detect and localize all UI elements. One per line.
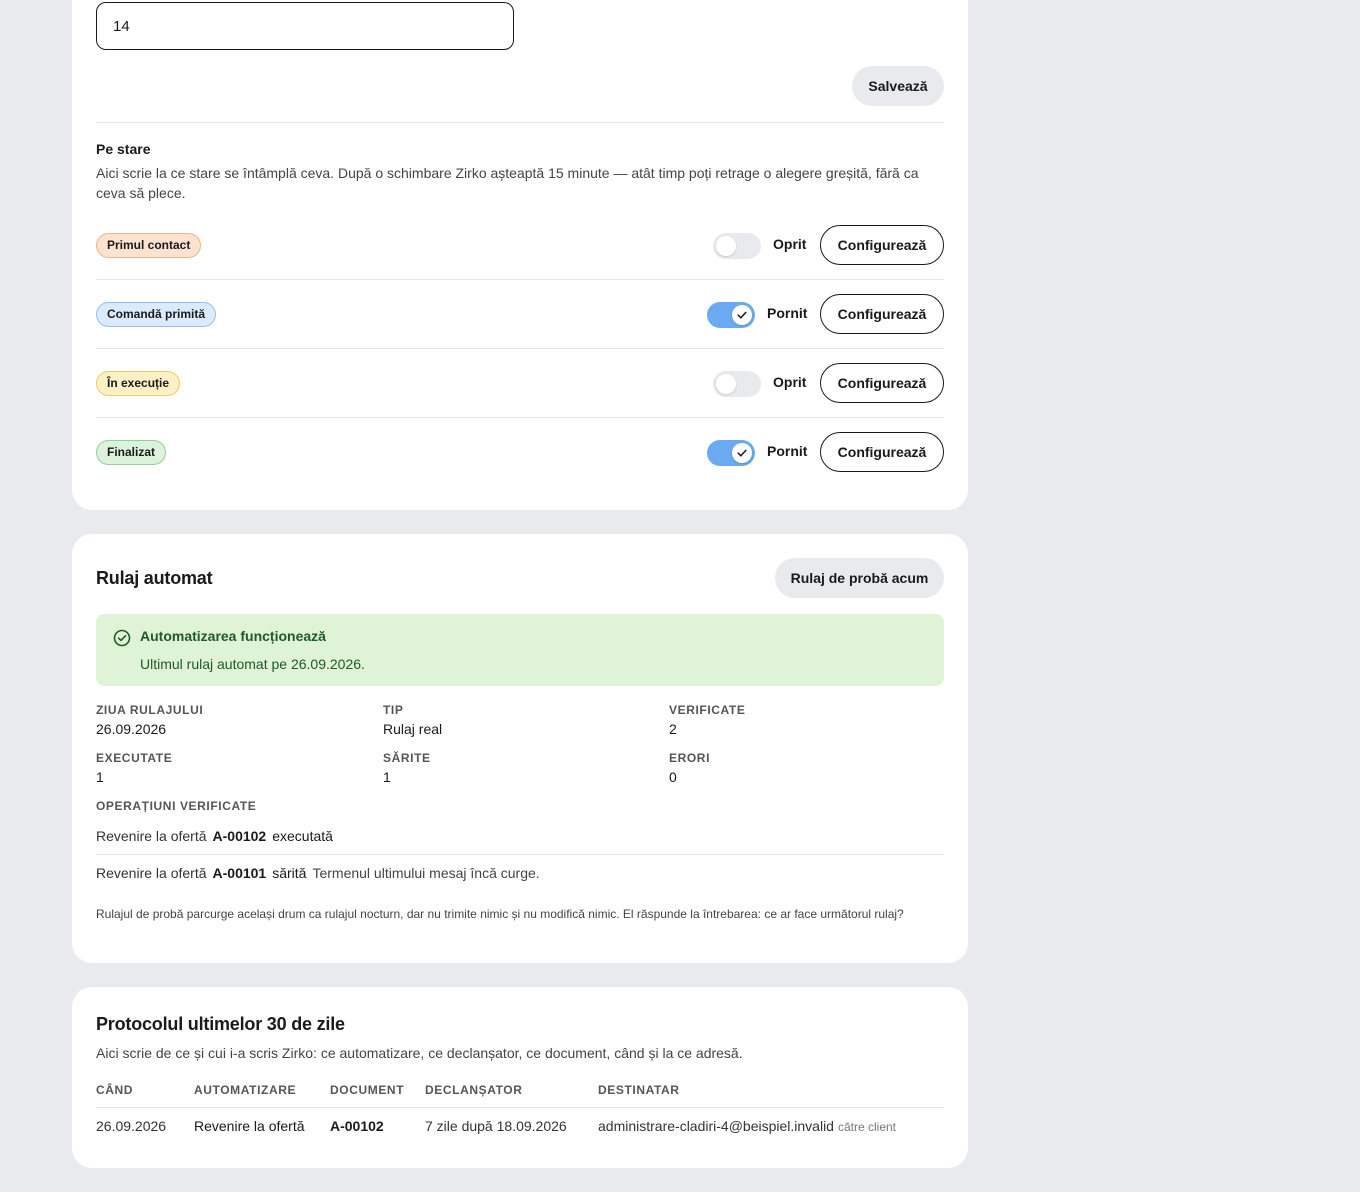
automation-settings-card: Salvează Pe stare Aici scrie la ce stare… — [72, 0, 968, 510]
state-badge: Finalizat — [96, 440, 167, 465]
state-row: Finalizat Pornit Configurează — [96, 432, 944, 472]
configure-button[interactable]: Configurează — [820, 294, 944, 334]
column-header-when: CÂND — [96, 1083, 134, 1097]
state-row: Comandă primită Pornit Configurează — [96, 294, 944, 334]
stat-value: 1 — [96, 769, 104, 785]
divider — [96, 348, 944, 349]
operation-code: A-00102 — [212, 828, 267, 844]
stat-value: 1 — [383, 769, 391, 785]
column-header-trigger: DECLANȘATOR — [425, 1083, 523, 1097]
divider — [96, 1107, 944, 1108]
recipient-note: către client — [837, 1120, 897, 1134]
check-circle-icon — [113, 629, 131, 652]
protocol-description: Aici scrie de ce și cui i-a scris Zirko:… — [96, 1045, 743, 1061]
configure-button[interactable]: Configurează — [820, 432, 944, 472]
cell-trigger: 7 zile după 18.09.2026 — [425, 1118, 567, 1134]
cell-document: A-00102 — [330, 1118, 384, 1134]
toggle-knob — [732, 305, 752, 325]
divider — [96, 122, 944, 123]
stat-value: 2 — [669, 721, 677, 737]
recipient-email: administrare-cladiri-4@beispiel.invalid — [598, 1118, 834, 1134]
state-badge: Comandă primită — [96, 302, 217, 327]
state-badge: În execuție — [96, 371, 181, 396]
per-state-description: Aici scrie la ce stare se întâmplă ceva.… — [96, 165, 919, 201]
cell-automation: Revenire la ofertă — [194, 1118, 305, 1134]
column-header-recipient: DESTINATAR — [598, 1083, 680, 1097]
checkmark-icon — [737, 311, 747, 319]
divider — [96, 279, 944, 280]
stat-label: EXECUTATE — [96, 751, 173, 765]
cell-when: 26.09.2026 — [96, 1118, 167, 1134]
cell-recipient: administrare-cladiri-4@beispiel.invalid c… — [598, 1118, 896, 1134]
operation-row: Revenire la ofertă A-00101 sărită Termenul … — [96, 865, 540, 881]
stat-value: 0 — [669, 769, 677, 785]
checkmark-icon — [737, 449, 747, 457]
toggle-label: Oprit — [773, 236, 807, 252]
status-text: Ultimul rulaj automat pe 26.09.2026. — [140, 656, 365, 672]
operation-row: Revenire la ofertă A-00102 executată — [96, 828, 333, 844]
stat-value: Rulaj real — [383, 721, 443, 737]
state-toggle[interactable] — [707, 302, 755, 328]
operation-note: Termenul ultimului mesaj încă curge. — [312, 865, 540, 881]
toggle-label: Pornit — [767, 305, 808, 321]
operation-action: Revenire la ofertă — [96, 828, 207, 844]
days-input[interactable] — [96, 2, 514, 50]
auto-run-title: Rulaj automat — [96, 568, 213, 588]
test-run-footnote: Rulajul de probă parcurge același drum c… — [96, 907, 904, 921]
auto-run-card: Rulaj automat Rulaj de probă acum Automa… — [72, 534, 968, 963]
stat-value: 26.09.2026 — [96, 721, 167, 737]
toggle-label: Oprit — [773, 374, 807, 390]
operation-action: Revenire la ofertă — [96, 865, 207, 881]
test-run-button[interactable]: Rulaj de probă acum — [775, 558, 944, 598]
toggle-label: Pornit — [767, 443, 808, 459]
per-state-title: Pe stare — [96, 141, 151, 157]
operation-status: sărită — [272, 865, 307, 881]
status-success-box: Automatizarea funcționează Ultimul rulaj… — [96, 614, 944, 686]
toggle-knob — [716, 236, 736, 256]
configure-button[interactable]: Configurează — [820, 363, 944, 403]
stat-label: TIP — [383, 703, 404, 717]
toggle-knob — [732, 443, 752, 463]
protocol-title: Protocolul ultimelor 30 de zile — [96, 1014, 345, 1034]
operations-label: OPERAȚIUNI VERIFICATE — [96, 799, 257, 813]
operation-status: executată — [272, 828, 333, 844]
state-toggle[interactable] — [707, 440, 755, 466]
state-toggle[interactable] — [713, 233, 761, 259]
divider — [96, 417, 944, 418]
state-badge: Primul contact — [96, 233, 202, 258]
column-header-document: DOCUMENT — [330, 1083, 405, 1097]
protocol-card: Protocolul ultimelor 30 de zile Aici scr… — [72, 987, 968, 1168]
stat-label: VERIFICATE — [669, 703, 746, 717]
stat-label: SĂRITE — [383, 751, 431, 765]
divider — [96, 854, 944, 855]
state-row: În execuție Oprit Configurează — [96, 363, 944, 403]
stat-label: ERORI — [669, 751, 711, 765]
configure-button[interactable]: Configurează — [820, 225, 944, 265]
stat-label: ZIUA RULAJULUI — [96, 703, 204, 717]
toggle-knob — [716, 374, 736, 394]
state-toggle[interactable] — [713, 371, 761, 397]
column-header-automation: AUTOMATIZARE — [194, 1083, 297, 1097]
save-button[interactable]: Salvează — [852, 66, 944, 106]
status-title: Automatizarea funcționează — [140, 628, 326, 644]
state-row: Primul contact Oprit Configurează — [96, 225, 944, 265]
operation-code: A-00101 — [212, 865, 267, 881]
